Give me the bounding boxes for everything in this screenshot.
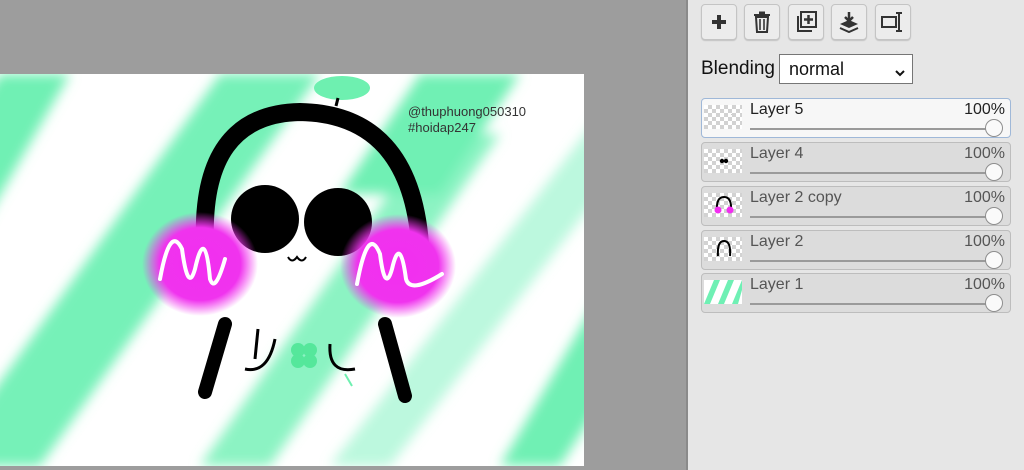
layer-thumbnail: [704, 193, 742, 217]
opacity-slider-track[interactable]: [750, 216, 998, 218]
layer-thumbnail: [704, 237, 742, 261]
opacity-slider-track[interactable]: [750, 303, 998, 305]
layers-panel: Blending normal . Layer 5 100% Layer 4 1…: [688, 0, 1024, 470]
layer-row-layer-1[interactable]: Layer 1 100%: [701, 273, 1011, 313]
layer-opacity: 100%: [964, 101, 1005, 118]
opacity-slider-track[interactable]: [750, 128, 998, 130]
canvas-workspace[interactable]: @thuphuong050310 #hoidap247: [0, 0, 688, 470]
layer-row-layer-5[interactable]: . Layer 5 100%: [701, 98, 1011, 138]
layer-opacity: 100%: [964, 189, 1005, 206]
properties-icon: [881, 11, 905, 33]
duplicate-icon: [795, 11, 817, 33]
opacity-slider-handle[interactable]: [985, 294, 1003, 312]
layer-row-layer-4[interactable]: Layer 4 100%: [701, 142, 1011, 182]
duplicate-layer-button[interactable]: [788, 4, 824, 40]
blending-mode-value: normal: [789, 59, 845, 79]
layer-name: Layer 2: [750, 233, 804, 250]
add-layer-button[interactable]: [701, 4, 737, 40]
layer-name: Layer 1: [750, 276, 804, 293]
opacity-slider-handle[interactable]: [985, 119, 1003, 137]
merge-down-icon: [838, 11, 860, 33]
watermark-handle: @thuphuong050310: [408, 104, 526, 119]
layer-opacity: 100%: [964, 276, 1005, 293]
opacity-slider-handle[interactable]: [985, 251, 1003, 269]
opacity-slider-handle[interactable]: [985, 207, 1003, 225]
layer-thumbnail: .: [704, 105, 742, 129]
merge-down-button[interactable]: [831, 4, 867, 40]
layer-properties-button[interactable]: [875, 4, 911, 40]
artwork: @thuphuong050310 #hoidap247: [0, 74, 584, 466]
svg-text:.: .: [731, 111, 732, 117]
layer-thumbnail: [704, 149, 742, 173]
watermark-hashtag: #hoidap247: [408, 120, 476, 135]
layer-opacity: 100%: [964, 233, 1005, 250]
layer-name: Layer 4: [750, 145, 804, 162]
layer-row-layer-2[interactable]: Layer 2 100%: [701, 230, 1011, 270]
layer-thumbnail: [704, 280, 742, 304]
layer-name: Layer 5: [750, 101, 804, 118]
trash-icon: [752, 11, 772, 33]
layer-name: Layer 2 copy: [750, 189, 842, 206]
opacity-slider-track[interactable]: [750, 172, 998, 174]
delete-layer-button[interactable]: [744, 4, 780, 40]
layer-opacity: 100%: [964, 145, 1005, 162]
plus-icon: [710, 13, 728, 31]
layer-row-layer-2-copy[interactable]: Layer 2 copy 100%: [701, 186, 1011, 226]
opacity-slider-track[interactable]: [750, 260, 998, 262]
opacity-slider-handle[interactable]: [985, 163, 1003, 181]
blending-label: Blending: [701, 58, 775, 79]
chevron-down-icon: [894, 63, 906, 84]
drawing-canvas[interactable]: @thuphuong050310 #hoidap247: [0, 74, 584, 466]
blending-mode-select[interactable]: normal: [779, 54, 913, 84]
